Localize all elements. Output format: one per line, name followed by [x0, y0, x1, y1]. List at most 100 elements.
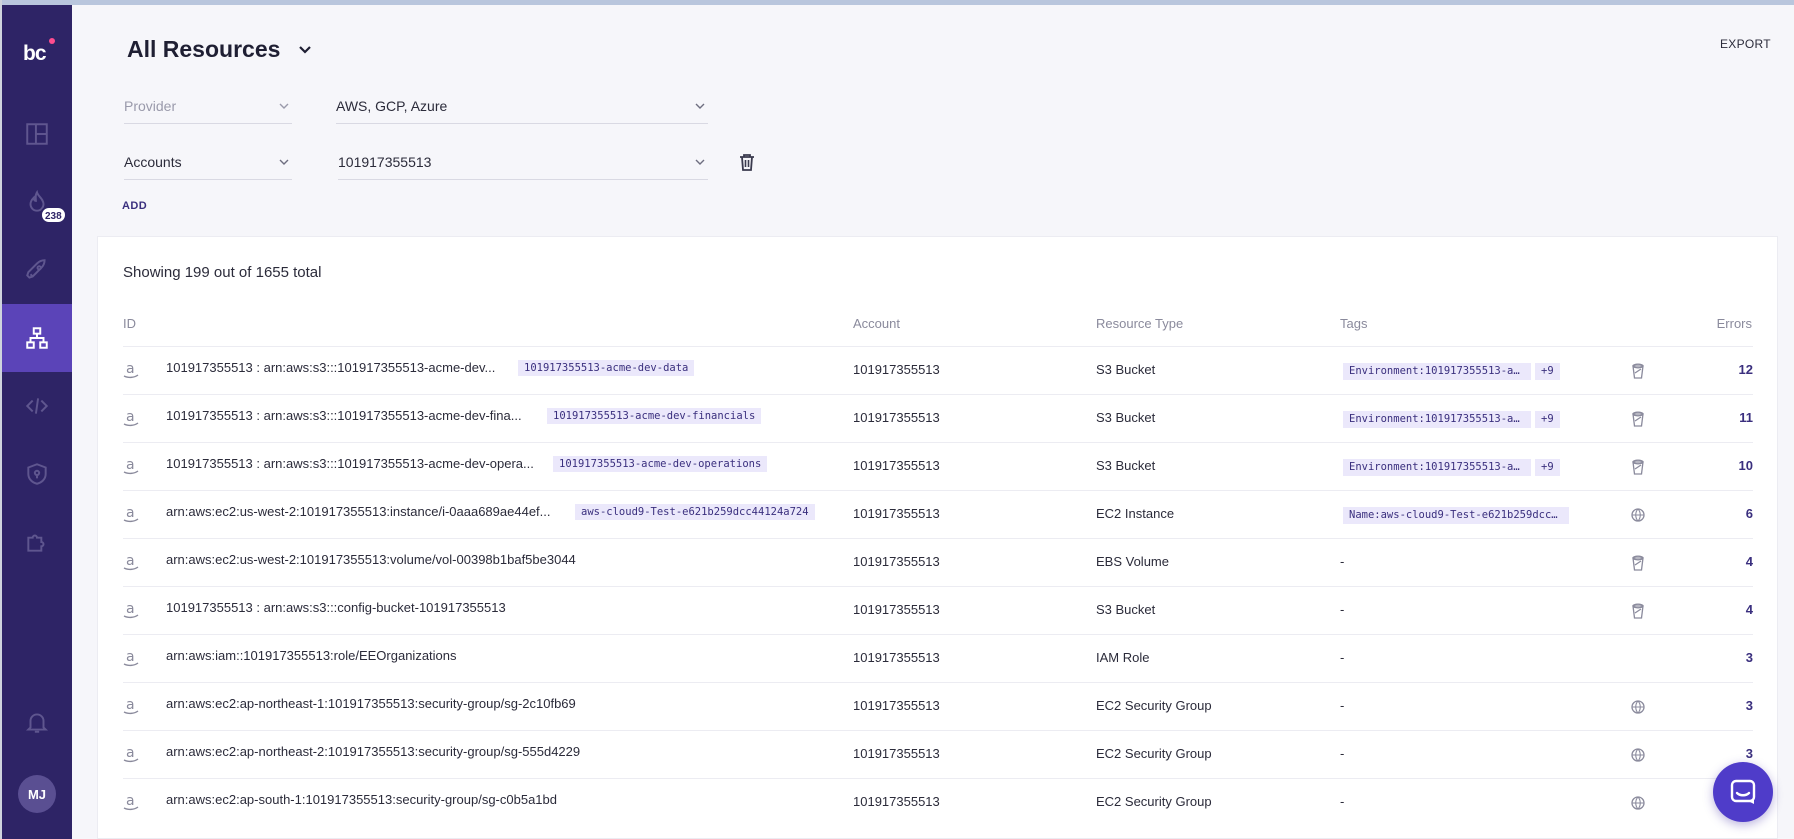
bucket-icon[interactable] — [1630, 362, 1646, 380]
resource-id[interactable]: arn:aws:ec2:ap-northeast-1:101917355513:… — [166, 696, 576, 711]
resource-id[interactable]: arn:aws:ec2:ap-south-1:101917355513:secu… — [166, 792, 557, 807]
amazon-provider-icon: a — [123, 552, 139, 572]
table-row[interactable]: a 101917355513 : arn:aws:s3:::10191735551… — [123, 346, 1753, 394]
table-row[interactable]: a arn:aws:ec2:ap-northeast-1:101917355513… — [123, 682, 1753, 730]
errors-count[interactable]: 4 — [1746, 602, 1753, 617]
sidebar-item-incidents[interactable]: 238 — [2, 168, 72, 236]
network-icon[interactable] — [1630, 698, 1646, 716]
amazon-provider-icon: a — [123, 648, 139, 668]
bucket-icon[interactable] — [1630, 458, 1646, 476]
chevron-down-icon — [279, 103, 289, 109]
tag-chip[interactable]: Name:aws-cloud9-Test-e621b259dcc... — [1343, 507, 1569, 524]
chevron-down-icon — [695, 159, 705, 165]
account-cell: 101917355513 — [853, 794, 940, 809]
user-avatar[interactable]: MJ — [18, 775, 56, 813]
errors-count[interactable]: 3 — [1746, 698, 1753, 713]
errors-count[interactable]: 3 — [1746, 650, 1753, 665]
sidebar-item-dashboard[interactable] — [2, 100, 72, 168]
sidebar-item-integrations[interactable] — [2, 508, 72, 576]
sidebar-item-policies[interactable] — [2, 440, 72, 508]
resource-name-chip: aws-cloud9-Test-e621b259dcc44124a724 — [575, 504, 815, 520]
table-row[interactable]: a arn:aws:iam::101917355513:role/EEOrgani… — [123, 634, 1753, 682]
column-header-errors[interactable]: Errors — [1717, 316, 1752, 331]
amazon-provider-icon: a — [123, 600, 139, 620]
tag-chip[interactable]: Environment:101917355513-a... — [1343, 459, 1531, 476]
puzzle-icon — [27, 534, 45, 552]
table-row[interactable]: a arn:aws:ec2:ap-south-1:101917355513:sec… — [123, 778, 1753, 826]
chat-launcher[interactable] — [1713, 762, 1773, 822]
resource-id[interactable]: 101917355513 : arn:aws:s3:::101917355513… — [166, 360, 495, 375]
errors-count[interactable]: 4 — [1746, 554, 1753, 569]
sidebar-item-resources[interactable] — [2, 304, 72, 372]
resource-id[interactable]: 101917355513 : arn:aws:s3:::101917355513… — [166, 408, 522, 423]
dashboard-icon — [26, 123, 48, 145]
table-row[interactable]: a 101917355513 : arn:aws:s3:::10191735551… — [123, 394, 1753, 442]
provider-filter-value-select[interactable]: AWS, GCP, Azure — [336, 88, 708, 124]
errors-count[interactable]: 12 — [1739, 362, 1753, 377]
resources-panel: Showing 199 out of 1655 total ID Account… — [97, 236, 1778, 839]
resource-id[interactable]: arn:aws:iam::101917355513:role/EEOrganiz… — [166, 648, 457, 663]
account-cell: 101917355513 — [853, 746, 940, 761]
code-icon — [25, 398, 49, 414]
chat-icon — [1730, 779, 1756, 804]
svg-text:a: a — [126, 745, 135, 761]
amazon-provider-icon: a — [123, 744, 139, 764]
tags-more-chip[interactable]: +9 — [1535, 411, 1560, 428]
provider-filter-value: AWS, GCP, Azure — [336, 97, 448, 114]
sidebar-item-launch[interactable] — [2, 236, 72, 304]
tag-chip[interactable]: Environment:101917355513-a... — [1343, 411, 1531, 428]
resource-id[interactable]: 101917355513 : arn:aws:s3:::101917355513… — [166, 456, 534, 471]
table-row[interactable]: a 101917355513 : arn:aws:s3:::10191735551… — [123, 442, 1753, 490]
rocket-icon — [26, 259, 46, 279]
sidebar-item-code[interactable] — [2, 372, 72, 440]
tag-chip[interactable]: Environment:101917355513-a... — [1343, 363, 1531, 380]
accounts-filter-key-select[interactable]: Accounts — [124, 144, 292, 180]
network-icon[interactable] — [1630, 746, 1646, 764]
sidebar-item-notifications[interactable] — [2, 688, 72, 756]
resource-id[interactable]: 101917355513 : arn:aws:s3:::config-bucke… — [166, 600, 506, 615]
bucket-icon[interactable] — [1630, 410, 1646, 428]
table-row[interactable]: a arn:aws:ec2:ap-northeast-2:101917355513… — [123, 730, 1753, 778]
account-cell: 101917355513 — [853, 602, 940, 617]
svg-text:a: a — [126, 457, 135, 473]
resource-id[interactable]: arn:aws:ec2:ap-northeast-2:101917355513:… — [166, 744, 580, 759]
column-header-tags[interactable]: Tags — [1340, 316, 1367, 331]
resource-type-cell: IAM Role — [1096, 650, 1150, 665]
export-button[interactable]: EXPORT — [1720, 37, 1771, 51]
table-row[interactable]: a arn:aws:ec2:us-west-2:101917355513:inst… — [123, 490, 1753, 538]
bc-logo[interactable]: bc — [19, 35, 57, 73]
bucket-icon[interactable] — [1630, 554, 1646, 572]
column-header-account[interactable]: Account — [853, 316, 900, 331]
errors-count[interactable]: 11 — [1739, 410, 1753, 425]
table-row[interactable]: a arn:aws:ec2:us-west-2:101917355513:volu… — [123, 538, 1753, 586]
tags-more-chip[interactable]: +9 — [1535, 363, 1560, 380]
resource-type-cell: S3 Bucket — [1096, 410, 1156, 425]
add-filter-button[interactable]: ADD — [122, 200, 147, 212]
table-row[interactable]: a 101917355513 : arn:aws:s3:::config-buck… — [123, 586, 1753, 634]
column-header-id[interactable]: ID — [123, 316, 136, 331]
resource-id[interactable]: arn:aws:ec2:us-west-2:101917355513:insta… — [166, 504, 551, 519]
resource-name-chip: 101917355513-acme-dev-financials — [547, 408, 762, 424]
resource-id[interactable]: arn:aws:ec2:us-west-2:101917355513:volum… — [166, 552, 576, 567]
tags-empty: - — [1340, 602, 1345, 617]
svg-text:a: a — [126, 601, 135, 617]
column-header-resource-type[interactable]: Resource Type — [1096, 316, 1183, 331]
errors-count[interactable]: 6 — [1746, 506, 1753, 521]
errors-count[interactable]: 10 — [1739, 458, 1753, 473]
account-cell: 101917355513 — [853, 506, 940, 521]
bucket-icon[interactable] — [1630, 602, 1646, 620]
svg-text:a: a — [126, 409, 135, 425]
accounts-filter-value-select[interactable]: 101917355513 — [338, 144, 708, 180]
trash-icon[interactable] — [738, 152, 756, 172]
provider-filter-key-select[interactable]: Provider — [124, 88, 292, 124]
errors-count[interactable]: 3 — [1746, 746, 1753, 761]
account-cell: 101917355513 — [853, 410, 940, 425]
tags-more-chip[interactable]: +9 — [1535, 459, 1560, 476]
title-chevron-down-icon[interactable] — [298, 43, 312, 57]
network-icon[interactable] — [1630, 794, 1646, 812]
amazon-provider-icon: a — [123, 792, 139, 812]
provider-filter-key: Provider — [124, 97, 177, 114]
resource-type-cell: S3 Bucket — [1096, 362, 1156, 377]
network-icon[interactable] — [1630, 506, 1646, 524]
amazon-provider-icon: a — [123, 696, 139, 716]
